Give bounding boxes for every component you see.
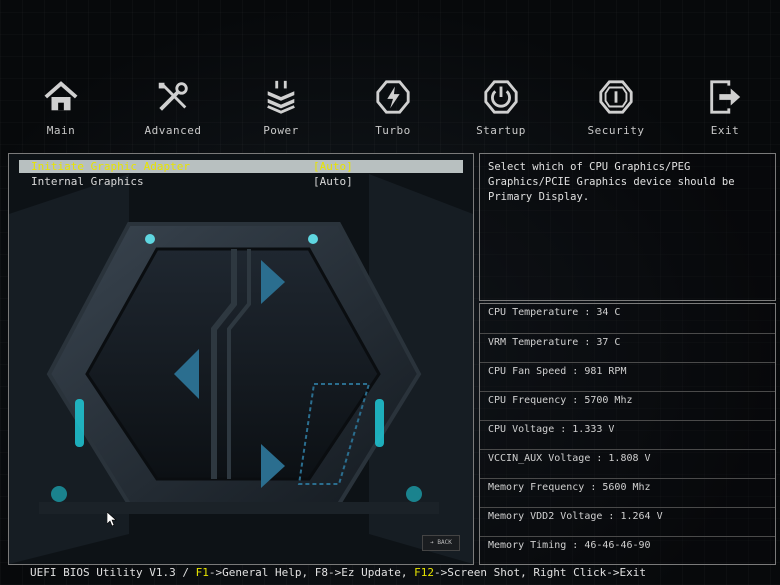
footer-f12-text: ->Screen Shot, Right Click->Exit: [434, 566, 646, 579]
status-row-vccin-aux-voltage: VCCIN_AUX Voltage : 1.808 V: [480, 449, 775, 478]
footer-prefix: UEFI BIOS Utility V1.3 /: [30, 566, 196, 579]
status-text: CPU Fan Speed : 981 RPM: [488, 366, 627, 377]
exit-door-icon: [710, 80, 741, 114]
settings-panel: Initiate Graphic Adapter [Auto] Internal…: [8, 153, 474, 565]
power-stack-icon: [267, 80, 295, 114]
nav-security[interactable]: Security: [571, 78, 661, 137]
status-row-vrm-temperature: VRM Temperature : 37 C: [480, 333, 775, 362]
turbo-bolt-icon: [376, 80, 410, 114]
nav-startup[interactable]: Startup: [456, 78, 546, 137]
nav-exit-label: Exit: [710, 124, 740, 137]
home-icon: [44, 81, 78, 111]
f1-hotkey: F1: [195, 566, 209, 579]
nav-advanced-label: Advanced: [144, 124, 202, 137]
status-text: CPU Voltage : 1.333 V: [488, 424, 615, 435]
status-row-cpu-fan-speed: CPU Fan Speed : 981 RPM: [480, 362, 775, 391]
nav-main[interactable]: Main: [16, 78, 106, 137]
nav-power-label: Power: [263, 124, 299, 137]
back-arrow-icon: ➔: [430, 539, 434, 546]
nav-main-label: Main: [46, 124, 76, 137]
nav-exit[interactable]: Exit: [680, 78, 770, 137]
menu-row-label: Initiate Graphic Adapter: [31, 160, 190, 173]
f12-hotkey: F12: [414, 566, 435, 579]
tools-icon: [158, 82, 188, 111]
status-text: VCCIN_AUX Voltage : 1.808 V: [488, 453, 651, 464]
status-row-memory-timing: Memory Timing : 46-46-46-90: [480, 536, 775, 565]
back-button[interactable]: ➔ BACK: [422, 535, 460, 551]
security-shield-icon: [599, 80, 633, 114]
hardware-status-panel: CPU Temperature : 34 C VRM Temperature :…: [479, 303, 776, 565]
nav-startup-label: Startup: [476, 124, 526, 137]
status-text: CPU Temperature : 34 C: [488, 307, 621, 318]
decorative-artwork: [9, 154, 473, 564]
status-row-memory-frequency: Memory Frequency : 5600 Mhz: [480, 478, 775, 507]
help-text: Select which of CPU Graphics/PEG Graphic…: [488, 161, 735, 203]
menu-row-value: [Auto]: [313, 175, 353, 188]
menu-row-initiate-graphic-adapter[interactable]: Initiate Graphic Adapter [Auto]: [19, 160, 463, 173]
status-text: Memory Timing : 46-46-46-90: [488, 540, 651, 551]
nav-turbo[interactable]: Turbo: [348, 78, 438, 137]
help-panel: Select which of CPU Graphics/PEG Graphic…: [479, 153, 776, 301]
top-navigation: Main Advanced Power Turbo Startup Securi…: [0, 78, 780, 140]
menu-row-internal-graphics[interactable]: Internal Graphics [Auto]: [19, 175, 463, 188]
back-button-label: BACK: [437, 539, 452, 546]
nav-security-label: Security: [587, 124, 645, 137]
nav-power[interactable]: Power: [236, 78, 326, 137]
status-row-cpu-temperature: CPU Temperature : 34 C: [480, 304, 775, 332]
status-text: Memory Frequency : 5600 Mhz: [488, 482, 651, 493]
status-row-cpu-voltage: CPU Voltage : 1.333 V: [480, 420, 775, 449]
status-text: Memory VDD2 Voltage : 1.264 V: [488, 511, 663, 522]
status-row-cpu-frequency: CPU Frequency : 5700 Mhz: [480, 391, 775, 420]
footer-f1-text: ->General Help, F8->Ez Update,: [208, 566, 415, 579]
status-text: CPU Frequency : 5700 Mhz: [488, 395, 633, 406]
status-text: VRM Temperature : 37 C: [488, 337, 621, 348]
footer-help-bar: UEFI BIOS Utility V1.3 / F1->General Hel…: [30, 566, 646, 579]
mouse-cursor-icon: [107, 512, 117, 526]
menu-row-value: [Auto]: [313, 160, 353, 173]
nav-turbo-label: Turbo: [375, 124, 411, 137]
nav-advanced[interactable]: Advanced: [128, 78, 218, 137]
status-row-memory-vdd2-voltage: Memory VDD2 Voltage : 1.264 V: [480, 507, 775, 536]
startup-power-icon: [484, 80, 518, 114]
menu-row-label: Internal Graphics: [31, 175, 144, 188]
